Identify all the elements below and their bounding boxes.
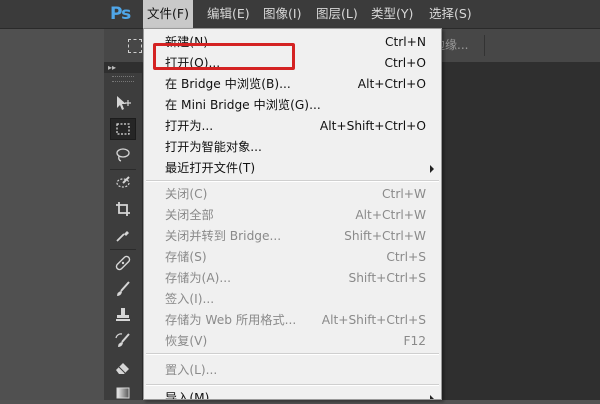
toolbox: ▸▸	[104, 63, 143, 400]
menu-layer[interactable]: 图层(L)	[312, 0, 362, 28]
desktop-background	[0, 29, 104, 400]
toolbox-collapse-icon[interactable]: ▸▸	[104, 63, 142, 73]
menu-item-label: 打开为...	[165, 119, 214, 133]
menu-image[interactable]: 图像(I)	[259, 0, 305, 28]
submenu-arrow-icon	[430, 165, 434, 173]
menu-item-close-and-go-to-bridge[interactable]: 关闭并转到 Bridge... Shift+Ctrl+W	[144, 226, 441, 247]
document-area[interactable]	[442, 63, 600, 400]
menu-item-label: 关闭(C)	[165, 187, 208, 201]
history-brush-icon[interactable]	[110, 330, 136, 352]
menu-item-save-for-web[interactable]: 存储为 Web 所用格式... Alt+Shift+Ctrl+S	[144, 310, 441, 331]
menu-item-shortcut: Ctrl+W	[382, 187, 426, 201]
menu-item-shortcut: Alt+Ctrl+W	[355, 208, 426, 222]
menu-item-save[interactable]: 存储(S) Ctrl+S	[144, 247, 441, 268]
menu-item-recent-files[interactable]: 最近打开文件(T)	[144, 158, 441, 179]
marquee-preset-icon[interactable]	[128, 39, 142, 53]
toolbox-separator	[110, 249, 136, 250]
menu-item-revert[interactable]: 恢复(V) F12	[144, 331, 441, 352]
eyedropper-icon[interactable]	[110, 224, 136, 246]
menu-item-label: 存储为(A)...	[165, 271, 232, 285]
clone-stamp-icon[interactable]	[110, 304, 136, 326]
file-menu-dropdown: 新建(N)... Ctrl+N 打开(O)... Ctrl+O 在 Bridge…	[143, 28, 442, 400]
menu-item-label: 存储(S)	[165, 250, 207, 264]
menu-separator	[146, 384, 439, 386]
rectangular-marquee-icon[interactable]	[110, 118, 136, 140]
toolbox-separator	[110, 169, 136, 170]
brush-icon[interactable]	[110, 278, 136, 300]
photoshop-logo: Ps	[110, 4, 131, 24]
menu-item-import[interactable]: 导入(M)	[144, 388, 441, 400]
menu-item-open-as[interactable]: 打开为... Alt+Shift+Ctrl+O	[144, 116, 441, 137]
menu-item-label: 关闭全部	[165, 208, 214, 222]
spot-healing-icon[interactable]	[110, 252, 136, 274]
menu-item-shortcut: Ctrl+S	[386, 250, 426, 264]
menu-item-label: 打开为智能对象...	[165, 140, 262, 154]
menu-item-label: 置入(L)...	[165, 363, 218, 377]
menu-item-close-all[interactable]: 关闭全部 Alt+Ctrl+W	[144, 205, 441, 226]
menu-item-check-in[interactable]: 签入(I)...	[144, 289, 441, 310]
quick-selection-icon[interactable]	[110, 172, 136, 194]
menu-item-place[interactable]: 置入(L)...	[144, 360, 441, 381]
menu-item-close[interactable]: 关闭(C) Ctrl+W	[144, 184, 441, 205]
menu-item-open-as-smart-object[interactable]: 打开为智能对象...	[144, 137, 441, 158]
open-item-highlight-annotation	[153, 43, 295, 70]
menu-separator	[146, 180, 439, 182]
menu-type[interactable]: 类型(Y)	[367, 0, 417, 28]
eraser-icon[interactable]	[110, 356, 136, 378]
menu-item-shortcut: Alt+Shift+Ctrl+O	[319, 119, 426, 133]
menu-item-label: 存储为 Web 所用格式...	[165, 313, 297, 327]
menu-item-browse-in-mini-bridge[interactable]: 在 Mini Bridge 中浏览(G)...	[144, 95, 441, 116]
menu-item-label: 在 Bridge 中浏览(B)...	[165, 77, 291, 91]
menu-item-label: 关闭并转到 Bridge...	[165, 229, 282, 243]
menu-item-shortcut: Shift+Ctrl+W	[344, 229, 426, 243]
submenu-arrow-icon	[430, 395, 434, 399]
lasso-icon[interactable]	[110, 144, 136, 166]
menu-item-label: 签入(I)...	[165, 292, 215, 306]
menu-select[interactable]: 选择(S)	[425, 0, 476, 28]
menu-item-save-as[interactable]: 存储为(A)... Shift+Ctrl+S	[144, 268, 441, 289]
menu-item-label: 在 Mini Bridge 中浏览(G)...	[165, 98, 321, 112]
menu-item-shortcut: Shift+Ctrl+S	[348, 271, 426, 285]
menu-item-label: 最近打开文件(T)	[165, 161, 256, 175]
menu-item-label: 导入(M)	[165, 391, 210, 400]
menu-bar: Ps 文件(F) 编辑(E) 图像(I) 图层(L) 类型(Y) 选择(S)	[0, 0, 600, 29]
gradient-icon[interactable]	[110, 382, 136, 404]
menu-edit[interactable]: 编辑(E)	[203, 0, 254, 28]
menu-item-shortcut: Ctrl+N	[384, 35, 426, 49]
menu-separator	[146, 353, 439, 355]
toolbox-drag-handle[interactable]	[112, 76, 134, 82]
menu-item-shortcut: Ctrl+O	[384, 56, 427, 70]
crop-icon[interactable]	[110, 198, 136, 220]
menu-item-shortcut: Alt+Shift+Ctrl+S	[321, 313, 426, 327]
menu-item-browse-in-bridge[interactable]: 在 Bridge 中浏览(B)... Alt+Ctrl+O	[144, 74, 441, 95]
menu-file[interactable]: 文件(F)	[143, 0, 193, 28]
move-tool-icon[interactable]	[110, 92, 136, 114]
menu-item-shortcut: Alt+Ctrl+O	[357, 77, 426, 91]
menu-item-shortcut: F12	[403, 334, 426, 348]
menu-item-label: 恢复(V)	[165, 334, 208, 348]
options-divider	[484, 35, 485, 56]
